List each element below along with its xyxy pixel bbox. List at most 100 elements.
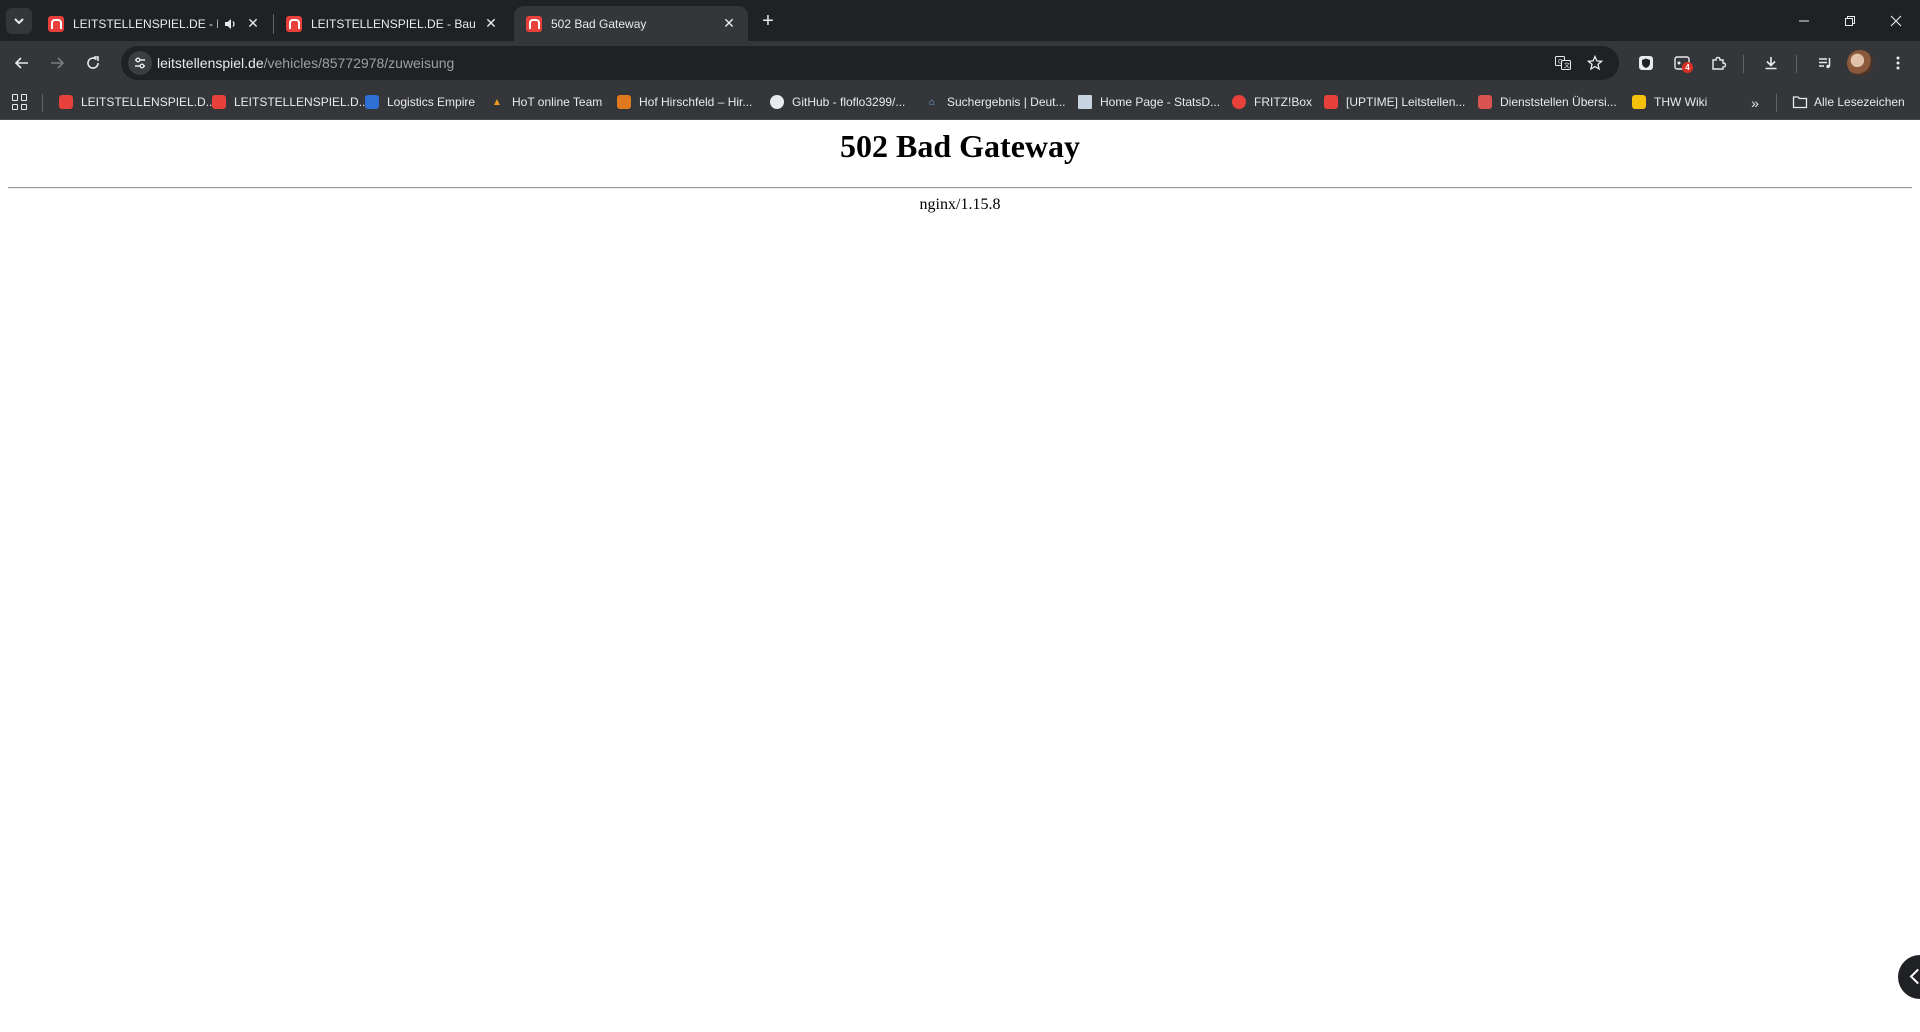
fritzbox-icon	[1232, 95, 1246, 109]
bookmark-label: GitHub - floflo3299/...	[792, 95, 906, 109]
extensions-button[interactable]	[1703, 48, 1733, 78]
bookmark-star-button[interactable]	[1584, 52, 1606, 74]
url-path: /vehicles/85772978/zuweisung	[263, 55, 455, 71]
extension-game-button[interactable]: 4	[1667, 48, 1697, 78]
chevron-double-right-icon: »	[1751, 95, 1759, 111]
page-content: 502 Bad Gateway nginx/1.15.8	[0, 120, 1920, 1032]
bookmark-statsd[interactable]: Home Page - StatsD...	[1078, 91, 1220, 113]
bookmark-label: THW Wiki	[1654, 95, 1708, 109]
downloads-button[interactable]	[1756, 48, 1786, 78]
browser-toolbar: leitstellenspiel.de/vehicles/85772978/zu…	[0, 41, 1920, 84]
hot-icon: ▲	[492, 96, 502, 108]
tab-502-bad-gateway[interactable]: 502 Bad Gateway ✕	[514, 6, 748, 41]
tab-strip: LEITSTELLENSPIEL.DE - Baue ✕ LEITSTELLEN…	[0, 0, 1920, 41]
translate-button[interactable]: G文	[1552, 52, 1574, 74]
arrow-left-icon	[14, 57, 28, 69]
server-signature: nginx/1.15.8	[919, 196, 1001, 213]
uptime-icon	[1324, 95, 1338, 109]
minimize-button[interactable]	[1781, 0, 1827, 41]
leitstellenspiel-icon	[212, 95, 226, 109]
extension-bitwarden-button[interactable]	[1631, 48, 1661, 78]
puzzle-icon	[1712, 56, 1726, 70]
bookmark-dienststellen[interactable]: Dienststellen Übersi...	[1478, 91, 1617, 113]
bookmarks-bar: LEITSTELLENSPIEL.D... LEITSTELLENSPIEL.D…	[0, 84, 1920, 120]
bookmark-hof-hirschfeld[interactable]: Hof Hirschfeld – Hir...	[617, 91, 752, 113]
github-icon	[770, 95, 784, 109]
bookmarks-overflow-button[interactable]: »	[1744, 92, 1766, 114]
site-info-button[interactable]	[128, 51, 152, 75]
bookmark-github[interactable]: GitHub - floflo3299/...	[770, 91, 905, 113]
close-tab-icon[interactable]: ✕	[244, 15, 262, 33]
svg-text:文: 文	[1564, 62, 1570, 70]
toolbar-separator	[1796, 55, 1797, 73]
menu-button[interactable]	[1883, 48, 1913, 78]
bookmark-label: LEITSTELLENSPIEL.D...	[81, 95, 216, 109]
speaker-icon[interactable]	[222, 16, 238, 32]
bookmark-label: [UPTIME] Leitstellen...	[1346, 95, 1466, 109]
all-bookmarks-label: Alle Lesezeichen	[1814, 95, 1905, 109]
all-bookmarks-button[interactable]: Alle Lesezeichen	[1792, 91, 1905, 113]
playlist-icon	[1819, 58, 1831, 69]
tab-search-button[interactable]	[6, 8, 32, 34]
hof-hirschfeld-icon	[617, 95, 631, 109]
close-tab-icon[interactable]: ✕	[720, 15, 738, 33]
bookmarks-separator	[42, 94, 43, 112]
url-text[interactable]: leitstellenspiel.de/vehicles/85772978/zu…	[157, 55, 454, 71]
bookmark-uptime[interactable]: [UPTIME] Leitstellen...	[1324, 91, 1465, 113]
profile-avatar[interactable]	[1847, 50, 1873, 76]
bookmark-label: LEITSTELLENSPIEL.D...	[234, 95, 369, 109]
bookmark-leitstellenspiel-2[interactable]: LEITSTELLENSPIEL.D...	[212, 91, 369, 113]
address-bar[interactable]: leitstellenspiel.de/vehicles/85772978/zu…	[121, 46, 1619, 80]
minimize-icon	[1799, 20, 1809, 21]
shield-icon	[1639, 56, 1653, 70]
tab-title: LEITSTELLENSPIEL.DE - Baue de	[311, 16, 476, 31]
bookmark-label: Hof Hirschfeld – Hir...	[639, 95, 753, 109]
bookmark-thw-wiki[interactable]: THW Wiki	[1632, 91, 1707, 113]
star-icon	[1587, 55, 1603, 71]
tab-title: LEITSTELLENSPIEL.DE - Baue	[73, 16, 218, 31]
bookmark-fritzbox[interactable]: FRITZ!Box	[1232, 91, 1312, 113]
reload-icon	[87, 56, 99, 69]
back-button[interactable]	[7, 48, 37, 78]
close-tab-icon[interactable]: ✕	[482, 15, 500, 33]
media-controls-button[interactable]	[1810, 48, 1840, 78]
download-icon	[1765, 57, 1777, 70]
close-icon	[1890, 15, 1902, 26]
divider	[8, 187, 1912, 189]
new-tab-button[interactable]: +	[755, 8, 781, 34]
apps-grid-icon[interactable]	[10, 92, 30, 112]
forward-button[interactable]	[42, 48, 72, 78]
restore-icon	[1845, 15, 1855, 26]
bookmark-label: Logistics Empire	[387, 95, 476, 109]
leitstellenspiel-icon	[48, 15, 64, 32]
reload-button[interactable]	[78, 48, 108, 78]
bookmark-suchergebnis[interactable]: ⌂ Suchergebnis | Deut...	[925, 91, 1066, 113]
close-window-button[interactable]	[1873, 0, 1919, 41]
leitstellenspiel-icon	[59, 95, 73, 109]
svg-text:G: G	[1558, 59, 1563, 66]
translate-icon: G文	[1555, 56, 1571, 70]
dienststellen-icon	[1478, 95, 1492, 109]
bookmark-hot-online-team[interactable]: ▲ HoT online Team	[490, 91, 602, 113]
tab-title: 502 Bad Gateway	[551, 16, 647, 31]
bookmark-logistics-empire[interactable]: Logistics Empire	[365, 91, 475, 113]
house-icon: ⌂	[928, 96, 936, 108]
extension-badge: 4	[1682, 62, 1693, 73]
url-host: leitstellenspiel.de	[157, 55, 264, 71]
bookmark-label: Dienststellen Übersi...	[1500, 95, 1617, 109]
toolbar-separator	[1743, 55, 1744, 73]
bookmark-label: HoT online Team	[512, 95, 603, 109]
bookmark-label: Home Page - StatsD...	[1100, 95, 1221, 109]
leitstellenspiel-icon	[286, 15, 302, 32]
tab-leitstellenspiel-1[interactable]: LEITSTELLENSPIEL.DE - Baue ✕	[36, 6, 272, 41]
chevron-down-icon	[14, 18, 24, 25]
plus-icon: +	[762, 9, 774, 32]
bookmark-leitstellenspiel-1[interactable]: LEITSTELLENSPIEL.D...	[59, 91, 216, 113]
tab-leitstellenspiel-2[interactable]: LEITSTELLENSPIEL.DE - Baue de ✕	[274, 6, 510, 41]
folder-icon	[1792, 96, 1808, 109]
restore-button[interactable]	[1827, 0, 1873, 41]
leitstellenspiel-icon	[526, 15, 542, 32]
more-vert-icon	[1896, 56, 1900, 70]
thw-icon	[1632, 95, 1646, 109]
document-icon	[1078, 95, 1092, 109]
